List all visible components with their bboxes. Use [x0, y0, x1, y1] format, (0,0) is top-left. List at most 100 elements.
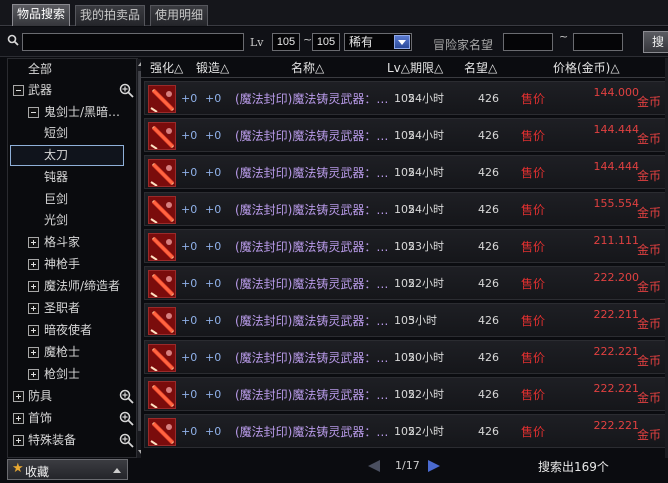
- weapon-item-icon[interactable]: [148, 122, 176, 150]
- expand-icon[interactable]: [13, 391, 24, 402]
- weapon-item-icon[interactable]: [148, 196, 176, 224]
- weapon-item-icon[interactable]: [148, 381, 176, 409]
- zoom-in-icon[interactable]: [119, 389, 134, 404]
- level-min-input[interactable]: [272, 33, 300, 51]
- tree-item-thief[interactable]: 暗夜使者: [8, 320, 136, 341]
- zoom-in-icon[interactable]: [119, 411, 134, 426]
- table-row[interactable]: +0 +0 (魔法封印)魔法铸灵武器：… 105 20小时 426 售价 222.221 金币: [144, 340, 668, 374]
- chevron-down-icon[interactable]: [394, 35, 410, 49]
- weapon-item-icon[interactable]: [148, 344, 176, 372]
- star-icon: ★: [12, 461, 24, 476]
- rarity-select[interactable]: 稀有: [344, 33, 412, 51]
- reinforce-value: +0: [181, 314, 198, 327]
- item-price: 222.221: [593, 382, 640, 395]
- expand-icon[interactable]: [28, 259, 39, 270]
- column-header-fame[interactable]: 名望△: [464, 60, 497, 77]
- tree-item-mage[interactable]: 魔法师/缔造者: [8, 276, 136, 297]
- item-price: 155.554: [593, 197, 640, 210]
- table-row[interactable]: +0 +0 (魔法封印)魔法铸灵武器：… 105 24小时 426 售价 144.000 金币: [144, 81, 668, 115]
- collapse-icon[interactable]: [28, 107, 39, 118]
- tab-usage-details[interactable]: 使用明细: [150, 5, 208, 26]
- table-row[interactable]: +0 +0 (魔法封印)魔法铸灵武器：… 105 24小时 426 售价 144.444 金币: [144, 118, 668, 152]
- forge-value: +0: [205, 166, 222, 179]
- table-row[interactable]: +0 +0 (魔法封印)魔法铸灵武器：… 105 24小时 426 售价 155.554 金币: [144, 192, 668, 226]
- fame-max-input[interactable]: [573, 33, 623, 51]
- tree-item-priest[interactable]: 圣职者: [8, 298, 136, 319]
- expand-icon[interactable]: [13, 435, 24, 446]
- tab-my-auctions[interactable]: 我的拍卖品: [75, 5, 145, 26]
- weapon-item-icon[interactable]: [148, 159, 176, 187]
- sale-label: 售价: [521, 277, 546, 291]
- price-unit: 金币: [636, 95, 661, 109]
- forge-value: +0: [205, 277, 222, 290]
- item-price: 144.444: [593, 123, 640, 136]
- search-input[interactable]: [22, 33, 244, 51]
- results-table: 强化△ 锻造△ 名称△ Lv△期限△ 名望△ 价格(金币)△ +0 +0 (魔法封印…: [141, 58, 668, 483]
- fame-label: 冒险家名望: [433, 38, 494, 52]
- tab-item-search[interactable]: 物品搜索: [12, 4, 70, 26]
- collapse-icon[interactable]: [13, 85, 24, 96]
- expand-icon[interactable]: [13, 413, 24, 424]
- weapon-item-icon[interactable]: [148, 307, 176, 335]
- table-row[interactable]: +0 +0 (魔法封印)魔法铸灵武器：… 105 24小时 426 售价 144.444 金币: [144, 155, 668, 189]
- tree-item-fighter[interactable]: 格斗家: [8, 232, 136, 253]
- favorites-button[interactable]: ★ 收藏: [7, 459, 128, 480]
- tree-item-gunner[interactable]: 神枪手: [8, 254, 136, 275]
- expand-icon[interactable]: [28, 281, 39, 292]
- weapon-item-icon[interactable]: [148, 233, 176, 261]
- weapon-item-icon[interactable]: [148, 270, 176, 298]
- zoom-in-icon[interactable]: [119, 83, 134, 98]
- expand-icon[interactable]: [28, 237, 39, 248]
- expand-icon[interactable]: [28, 347, 39, 358]
- expand-icon[interactable]: [28, 303, 39, 314]
- tree-item-gunblader[interactable]: 枪剑士: [8, 364, 136, 385]
- item-price: 211.111: [593, 234, 640, 247]
- tree-item-special-equipment[interactable]: 特殊装备: [8, 430, 136, 451]
- column-header-forge[interactable]: 锻造△: [196, 60, 229, 77]
- expand-icon[interactable]: [28, 325, 39, 336]
- column-header-reinforce[interactable]: 强化△: [150, 60, 183, 77]
- table-row[interactable]: +0 +0 (魔法封印)魔法铸灵武器：… 105 3小时 426 售价 222.211 金币: [144, 303, 668, 337]
- item-fame: 426: [478, 203, 499, 216]
- tree-item-armor[interactable]: 防具: [8, 386, 136, 407]
- next-page-icon[interactable]: [427, 459, 441, 473]
- table-row[interactable]: +0 +0 (魔法封印)魔法铸灵武器：… 105 22小时 426 售价 222.221 金币: [144, 377, 668, 411]
- fame-min-input[interactable]: [503, 33, 553, 51]
- tree-item-label: 魔法师/缔造者: [44, 279, 121, 293]
- reinforce-value: +0: [181, 351, 198, 364]
- column-header-price[interactable]: 价格(金币)△: [553, 60, 620, 77]
- tree-item-katana[interactable]: 太刀: [10, 145, 124, 166]
- favorites-label: 收藏: [25, 465, 50, 479]
- table-row[interactable]: +0 +0 (魔法封印)魔法铸灵武器：… 105 23小时 426 售价 211.111 金币: [144, 229, 668, 263]
- price-unit: 金币: [636, 280, 661, 294]
- tree-item-slayer[interactable]: 鬼剑士/黑暗…: [8, 102, 136, 123]
- item-name: (魔法封印)魔法铸灵武器：…: [235, 166, 389, 180]
- tree-item-all[interactable]: 全部: [8, 59, 136, 80]
- search-button[interactable]: 搜: [643, 31, 668, 53]
- column-header-lv-period[interactable]: Lv△期限△: [387, 60, 443, 77]
- item-fame: 426: [478, 314, 499, 327]
- weapon-item-icon[interactable]: [148, 418, 176, 446]
- expand-icon[interactable]: [28, 369, 39, 380]
- tree-item-greatsword[interactable]: 巨剑: [8, 189, 136, 210]
- item-name: (魔法封印)魔法铸灵武器：…: [235, 351, 389, 365]
- level-max-input[interactable]: [312, 33, 340, 51]
- item-fame: 426: [478, 351, 499, 364]
- reinforce-value: +0: [181, 166, 198, 179]
- column-header-name[interactable]: 名称△: [291, 60, 324, 77]
- tree-item-accessories[interactable]: 首饰: [8, 408, 136, 429]
- prev-page-icon[interactable]: [367, 459, 381, 473]
- item-name: (魔法封印)魔法铸灵武器：…: [235, 92, 389, 106]
- tree-item-blunt[interactable]: 钝器: [8, 167, 136, 188]
- tree-item-lightsabre[interactable]: 光剑: [8, 210, 136, 231]
- item-price: 222.211: [593, 308, 640, 321]
- item-name: (魔法封印)魔法铸灵武器：…: [235, 314, 389, 328]
- tree-item-short-sword[interactable]: 短剑: [8, 123, 136, 144]
- table-row[interactable]: +0 +0 (魔法封印)魔法铸灵武器：… 105 22小时 426 售价 222.221 金币: [144, 414, 668, 448]
- zoom-in-icon[interactable]: [119, 433, 134, 448]
- table-row[interactable]: +0 +0 (魔法封印)魔法铸灵武器：… 105 22小时 426 售价 222.200 金币: [144, 266, 668, 300]
- weapon-item-icon[interactable]: [148, 85, 176, 113]
- tree-item-lancer[interactable]: 魔枪士: [8, 342, 136, 363]
- tree-item-weapons[interactable]: 武器: [8, 80, 136, 101]
- chevron-up-icon: [113, 468, 121, 473]
